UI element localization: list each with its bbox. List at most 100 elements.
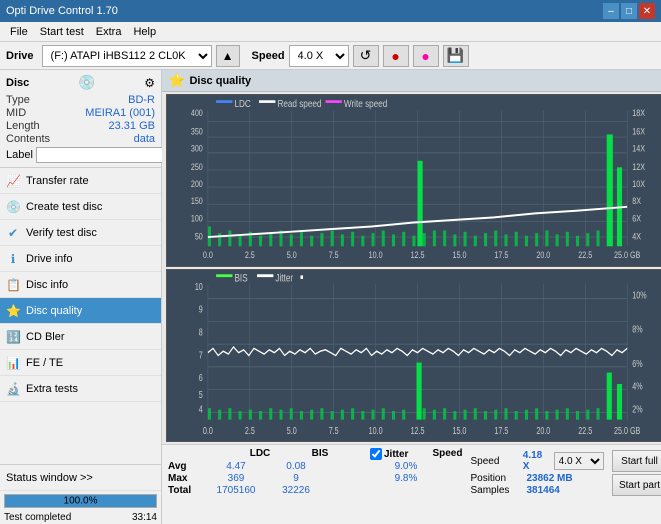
menu-help[interactable]: Help: [127, 25, 162, 39]
maximize-button[interactable]: □: [621, 3, 637, 19]
jitter-checkbox-label[interactable]: Jitter: [370, 448, 408, 460]
svg-text:10X: 10X: [632, 179, 645, 189]
position-value: 23862 MB: [526, 473, 572, 484]
svg-text:6X: 6X: [632, 213, 641, 223]
svg-text:25.0 GB: 25.0 GB: [614, 425, 640, 436]
nav-fe-te[interactable]: 📊 FE / TE: [0, 350, 161, 376]
start-full-button[interactable]: Start full: [612, 450, 661, 472]
nav-verify-test-disc[interactable]: ✔ Verify test disc: [0, 220, 161, 246]
status-window-button[interactable]: Status window >>: [0, 465, 161, 491]
nav-transfer-rate[interactable]: 📈 Transfer rate: [0, 168, 161, 194]
stats-total-row: Total 1705160 32226: [168, 485, 462, 496]
svg-text:8: 8: [199, 326, 203, 337]
disc-quality-icon: ⭐: [6, 304, 20, 318]
verify-test-disc-icon: ✔: [6, 226, 20, 240]
disc-quality-header-icon: ⭐: [168, 72, 185, 89]
svg-text:BIS: BIS: [234, 272, 247, 285]
svg-text:4X: 4X: [632, 232, 641, 242]
speed-pos-area: Speed 4.18 X 4.0 X Position 23862 MB Sam…: [470, 450, 603, 497]
drive-select[interactable]: (F:) ATAPI iHBS112 2 CL0K: [42, 45, 212, 67]
cd-bler-icon: 🔢: [6, 330, 20, 344]
svg-text:7.5: 7.5: [329, 250, 339, 260]
svg-text:25.0 GB: 25.0 GB: [614, 250, 641, 260]
nav-drive-info-label: Drive info: [26, 253, 72, 265]
extra-tests-icon: 🔬: [6, 382, 20, 396]
svg-text:4: 4: [199, 403, 203, 414]
svg-text:10%: 10%: [632, 289, 647, 300]
refresh-button[interactable]: ↺: [353, 45, 379, 67]
svg-text:18X: 18X: [632, 108, 645, 118]
status-window-label: Status window >>: [6, 472, 93, 484]
disc-label-input[interactable]: [36, 147, 174, 163]
stats-max-row: Max 369 9 9.8%: [168, 473, 462, 484]
svg-text:12.5: 12.5: [411, 250, 425, 260]
avg-jitter: 9.0%: [376, 461, 436, 472]
svg-text:6%: 6%: [632, 358, 643, 369]
svg-text:Read speed: Read speed: [277, 97, 321, 109]
samples-value: 381464: [526, 485, 559, 496]
stats-avg-row: Avg 4.47 0.08 9.0%: [168, 461, 462, 472]
drive-info-icon: ℹ: [6, 252, 20, 266]
main-layout: Disc 💿 ⚙ Type BD-R MID MEIRA1 (001) Leng…: [0, 70, 661, 524]
close-button[interactable]: ✕: [639, 3, 655, 19]
svg-text:200: 200: [191, 179, 203, 189]
pink-disc-button[interactable]: ●: [413, 45, 439, 67]
nav-disc-quality[interactable]: ⭐ Disc quality: [0, 298, 161, 324]
action-buttons: Start full Start part: [612, 450, 661, 496]
svg-text:9: 9: [199, 304, 203, 315]
start-part-button[interactable]: Start part: [612, 474, 661, 496]
avg-label: Avg: [168, 461, 206, 472]
nav-extra-tests[interactable]: 🔬 Extra tests: [0, 376, 161, 402]
speed-label-stat: Speed: [470, 456, 518, 467]
nav-disc-quality-label: Disc quality: [26, 305, 82, 317]
nav-fe-te-label: FE / TE: [26, 357, 63, 369]
nav-create-test-disc[interactable]: 💿 Create test disc: [0, 194, 161, 220]
title-bar: Opti Drive Control 1.70 – □ ✕: [0, 0, 661, 22]
save-button[interactable]: 💾: [443, 45, 469, 67]
total-bis: 32226: [266, 485, 326, 496]
status-area: Status window >> 100.0% Test completed 3…: [0, 464, 161, 524]
svg-text:20.0: 20.0: [536, 425, 550, 436]
disc-contents-value: data: [134, 133, 155, 145]
svg-text:15.0: 15.0: [453, 250, 467, 260]
avg-ldc: 4.47: [206, 461, 266, 472]
jitter-checkbox[interactable]: [370, 448, 382, 460]
red-disc-button[interactable]: ●: [383, 45, 409, 67]
minimize-button[interactable]: –: [603, 3, 619, 19]
speed-row: Speed 4.18 X 4.0 X: [470, 450, 603, 472]
svg-text:8%: 8%: [632, 324, 643, 335]
transfer-rate-icon: 📈: [6, 174, 20, 188]
nav-disc-info[interactable]: 📋 Disc info: [0, 272, 161, 298]
svg-text:17.5: 17.5: [494, 425, 508, 436]
svg-text:4%: 4%: [632, 381, 643, 392]
menu-file[interactable]: File: [4, 25, 34, 39]
disc-settings-icon[interactable]: ⚙: [144, 76, 155, 90]
speed-select[interactable]: 4.0 X: [289, 45, 349, 67]
max-bis: 9: [266, 473, 326, 484]
speed-value: 4.18 X: [523, 450, 550, 472]
nav-cd-bler-label: CD Bler: [26, 331, 65, 343]
disc-section-title: Disc: [6, 77, 29, 89]
svg-text:6: 6: [199, 372, 203, 383]
svg-text:5.0: 5.0: [287, 250, 297, 260]
svg-text:7.5: 7.5: [329, 425, 339, 436]
menu-start-test[interactable]: Start test: [34, 25, 90, 39]
nav-extra-tests-label: Extra tests: [26, 383, 78, 395]
nav-cd-bler[interactable]: 🔢 CD Bler: [0, 324, 161, 350]
svg-text:Write speed: Write speed: [344, 97, 387, 109]
disc-length-value: 23.31 GB: [109, 120, 155, 132]
progress-track: 100.0%: [4, 494, 157, 508]
speed-dropdown[interactable]: 4.0 X: [554, 452, 604, 470]
fe-te-icon: 📊: [6, 356, 20, 370]
nav-drive-info[interactable]: ℹ Drive info: [0, 246, 161, 272]
eject-button[interactable]: ▲: [216, 45, 240, 67]
svg-text:12X: 12X: [632, 162, 645, 172]
status-text-row: Test completed 33:14: [0, 511, 161, 524]
menu-extra[interactable]: Extra: [90, 25, 128, 39]
disc-contents-label: Contents: [6, 133, 50, 145]
svg-text:300: 300: [191, 144, 203, 154]
bis-header: BIS: [290, 448, 350, 460]
svg-text:2.5: 2.5: [245, 425, 255, 436]
svg-text:100: 100: [191, 213, 203, 223]
disc-info-icon: 📋: [6, 278, 20, 292]
